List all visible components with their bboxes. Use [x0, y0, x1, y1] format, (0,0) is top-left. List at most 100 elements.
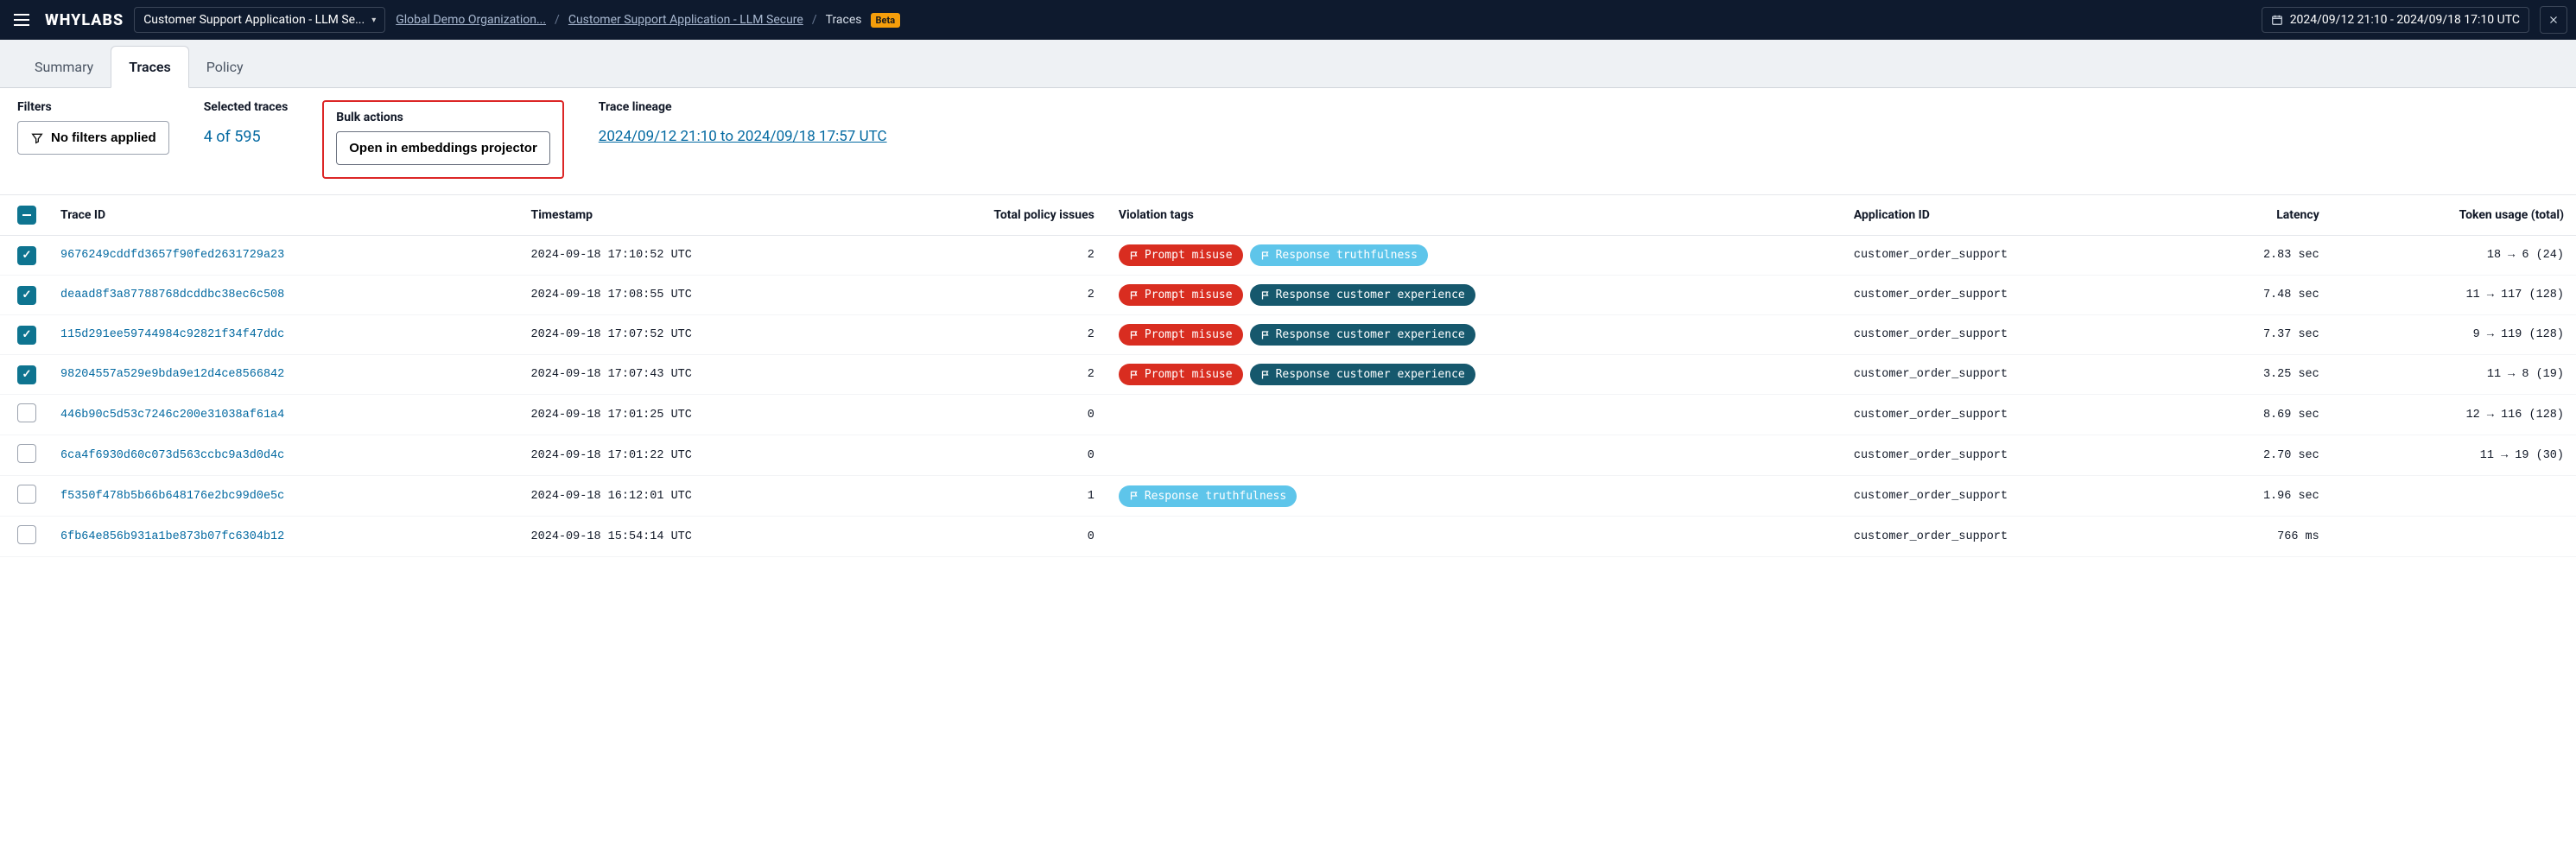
row-checkbox[interactable]	[17, 365, 36, 384]
col-app-id[interactable]: Application ID	[1842, 195, 2179, 236]
traces-table-wrap: Trace ID Timestamp Total policy issues V…	[0, 195, 2576, 557]
row-checkbox[interactable]	[17, 246, 36, 265]
cell-latency: 1.96 sec	[2179, 476, 2332, 517]
calendar-icon	[2271, 14, 2283, 26]
cell-tags: Prompt misuse Response customer experienc…	[1107, 276, 1842, 315]
trace-id-link[interactable]: deaad8f3a87788768dcddbc38ec6c508	[60, 289, 284, 301]
trace-id-link[interactable]: 6ca4f6930d60c073d563ccbc9a3d0d4c	[60, 449, 284, 462]
breadcrumb-page: Traces	[826, 13, 862, 27]
violation-tag-response-truthfulness[interactable]: Response truthfulness	[1250, 244, 1428, 266]
table-row: 115d291ee59744984c92821f34f47ddc 2024-09-…	[0, 315, 2576, 355]
breadcrumb-sep: /	[555, 13, 560, 27]
cell-tokens: 18 → 6 (24)	[2332, 236, 2576, 276]
cell-timestamp: 2024-09-18 17:07:52 UTC	[519, 315, 870, 355]
tag-label: Response customer experience	[1276, 328, 1465, 341]
cell-timestamp: 2024-09-18 17:01:25 UTC	[519, 395, 870, 435]
flag-icon	[1129, 491, 1139, 501]
cell-app-id: customer_order_support	[1842, 276, 2179, 315]
trace-id-link[interactable]: 446b90c5d53c7246c200e31038af61a4	[60, 409, 284, 422]
flag-icon	[1260, 370, 1271, 380]
col-issues[interactable]: Total policy issues	[870, 195, 1107, 236]
cell-latency: 3.25 sec	[2179, 355, 2332, 395]
breadcrumb: Global Demo Organization... / Customer S…	[396, 13, 900, 28]
tag-label: Prompt misuse	[1145, 289, 1233, 301]
col-tokens[interactable]: Token usage (total)	[2332, 195, 2576, 236]
tag-label: Response customer experience	[1276, 368, 1465, 381]
cell-latency: 766 ms	[2179, 517, 2332, 557]
chevron-down-icon: ▾	[371, 16, 376, 25]
cell-timestamp: 2024-09-18 17:07:43 UTC	[519, 355, 870, 395]
trace-id-link[interactable]: 9676249cddfd3657f90fed2631729a23	[60, 249, 284, 262]
col-tags[interactable]: Violation tags	[1107, 195, 1842, 236]
logo: WHYLABS	[45, 11, 124, 29]
open-embeddings-projector-button[interactable]: Open in embeddings projector	[336, 131, 550, 165]
tab-policy[interactable]: Policy	[189, 47, 261, 87]
cell-tokens	[2332, 476, 2576, 517]
flag-icon	[1129, 290, 1139, 301]
col-latency[interactable]: Latency	[2179, 195, 2332, 236]
select-all-checkbox[interactable]	[17, 206, 36, 225]
cell-issues: 2	[870, 355, 1107, 395]
app-selector-label: Customer Support Application - LLM Se...	[143, 13, 365, 27]
cell-issues: 2	[870, 315, 1107, 355]
selected-traces-group: Selected traces 4 of 595	[204, 100, 289, 146]
table-row: 446b90c5d53c7246c200e31038af61a4 2024-09-…	[0, 395, 2576, 435]
row-checkbox[interactable]	[17, 286, 36, 305]
flag-icon	[1129, 251, 1139, 261]
tab-traces[interactable]: Traces	[111, 46, 189, 88]
tag-label: Prompt misuse	[1145, 249, 1233, 262]
cell-tags	[1107, 435, 1842, 476]
breadcrumb-org[interactable]: Global Demo Organization...	[396, 13, 546, 27]
violation-tag-response-cx[interactable]: Response customer experience	[1250, 364, 1475, 385]
violation-tag-prompt-misuse[interactable]: Prompt misuse	[1119, 364, 1243, 385]
row-checkbox[interactable]	[17, 525, 36, 544]
violation-tag-prompt-misuse[interactable]: Prompt misuse	[1119, 244, 1243, 266]
cell-tokens: 11 → 117 (128)	[2332, 276, 2576, 315]
row-checkbox[interactable]	[17, 485, 36, 504]
tab-summary[interactable]: Summary	[17, 47, 111, 87]
table-row: deaad8f3a87788768dcddbc38ec6c5082024-09-…	[0, 276, 2576, 315]
beta-badge: Beta	[871, 13, 901, 28]
cell-issues: 0	[870, 517, 1107, 557]
tag-label: Response customer experience	[1276, 289, 1465, 301]
filters-group: Filters No filters applied	[17, 100, 169, 155]
filters-button[interactable]: No filters applied	[17, 121, 169, 155]
breadcrumb-app[interactable]: Customer Support Application - LLM Secur…	[568, 13, 803, 27]
cell-app-id: customer_order_support	[1842, 236, 2179, 276]
violation-tag-prompt-misuse[interactable]: Prompt misuse	[1119, 284, 1243, 306]
row-checkbox[interactable]	[17, 326, 36, 345]
selected-traces-label: Selected traces	[204, 100, 289, 114]
trace-lineage-link[interactable]: 2024/09/12 21:10 to 2024/09/18 17:57 UTC	[599, 121, 887, 145]
violation-tag-prompt-misuse[interactable]: Prompt misuse	[1119, 324, 1243, 346]
controls-row: Filters No filters applied Selected trac…	[0, 88, 2576, 195]
trace-id-link[interactable]: f5350f478b5b66b648176e2bc99d0e5c	[60, 490, 284, 503]
col-trace-id[interactable]: Trace ID	[48, 195, 519, 236]
cell-app-id: customer_order_support	[1842, 517, 2179, 557]
close-button[interactable]	[2540, 6, 2567, 34]
date-range-label: 2024/09/12 21:10 - 2024/09/18 17:10 UTC	[2290, 13, 2520, 27]
cell-app-id: customer_order_support	[1842, 435, 2179, 476]
violation-tag-response-cx[interactable]: Response customer experience	[1250, 324, 1475, 346]
trace-id-link[interactable]: 115d291ee59744984c92821f34f47ddc	[60, 328, 284, 341]
app-selector[interactable]: Customer Support Application - LLM Se...…	[134, 7, 385, 33]
col-timestamp[interactable]: Timestamp	[519, 195, 870, 236]
violation-tag-response-cx[interactable]: Response customer experience	[1250, 284, 1475, 306]
close-icon	[2547, 14, 2560, 26]
cell-tokens: 9 → 119 (128)	[2332, 315, 2576, 355]
table-row: 9676249cddfd3657f90fed2631729a232024-09-…	[0, 236, 2576, 276]
trace-lineage-label: Trace lineage	[599, 100, 887, 114]
date-range-picker[interactable]: 2024/09/12 21:10 - 2024/09/18 17:10 UTC	[2262, 7, 2529, 33]
violation-tag-response-truthfulness[interactable]: Response truthfulness	[1119, 485, 1297, 507]
row-checkbox[interactable]	[17, 444, 36, 463]
table-row: 98204557a529e9bda9e12d4ce8566842 2024-09-…	[0, 355, 2576, 395]
trace-id-link[interactable]: 98204557a529e9bda9e12d4ce8566842	[60, 368, 284, 381]
filters-button-label: No filters applied	[51, 130, 156, 145]
menu-icon[interactable]	[9, 9, 35, 31]
cell-tags: Prompt misuse Response truthfulness	[1107, 236, 1842, 276]
flag-icon	[1129, 330, 1139, 340]
tag-label: Response truthfulness	[1276, 249, 1418, 262]
row-checkbox[interactable]	[17, 403, 36, 422]
trace-id-link[interactable]: 6fb64e856b931a1be873b07fc6304b12	[60, 530, 284, 543]
table-row: 6ca4f6930d60c073d563ccbc9a3d0d4c2024-09-…	[0, 435, 2576, 476]
cell-issues: 1	[870, 476, 1107, 517]
